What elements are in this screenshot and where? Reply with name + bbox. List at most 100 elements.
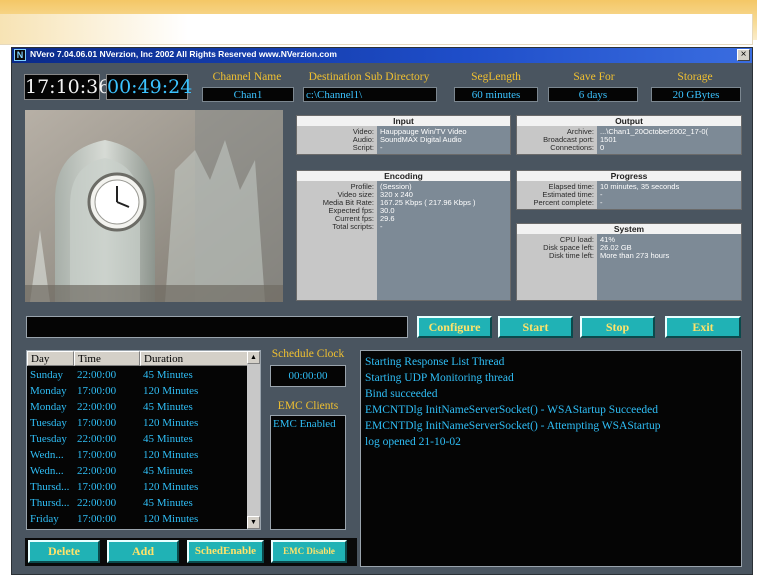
schedule-row[interactable]: Wedn... 17:00:00 120 Minutes xyxy=(27,447,247,463)
row-duration: 45 Minutes xyxy=(143,369,193,381)
log-line: EMCNTDlg InitNameServerSocket() - WSASta… xyxy=(365,404,658,416)
encoding-panel: Encoding Profile: Video size: Media Bit … xyxy=(296,170,511,301)
schedule-row[interactable]: Tuesday 22:00:00 45 Minutes xyxy=(27,431,247,447)
total-scripts-label: Total scripts: xyxy=(332,222,374,231)
storage-label: Storage xyxy=(677,71,713,83)
title-bar: N NVero 7.04.06.01 NVerzion, Inc 2002 Al… xyxy=(12,48,752,63)
schedule-scrollbar[interactable]: ▲ ▼ xyxy=(247,351,260,529)
stop-button[interactable]: Stop xyxy=(580,316,655,338)
destination-dir-label: Destination Sub Directory xyxy=(308,71,430,83)
row-day: Friday xyxy=(30,513,59,525)
row-day: Sunday xyxy=(30,369,63,381)
schedule-clock-value: 00:00:00 xyxy=(270,365,346,387)
row-time: 22:00:00 xyxy=(77,497,117,509)
system-panel-title: System xyxy=(517,224,741,234)
log-line: log opened 21-10-02 xyxy=(365,436,461,448)
schedule-row[interactable]: Tuesday 17:00:00 120 Minutes xyxy=(27,415,247,431)
row-day: Thursd... xyxy=(30,497,70,509)
row-time: 22:00:00 xyxy=(77,465,117,477)
storage-field[interactable]: 20 GBytes xyxy=(651,87,741,102)
emc-clients-label: EMC Clients xyxy=(277,400,339,412)
row-duration: 120 Minutes xyxy=(143,481,199,493)
scroll-up-icon[interactable]: ▲ xyxy=(247,351,260,364)
connections-label: Connections: xyxy=(550,143,594,152)
row-day: Monday xyxy=(30,385,67,397)
schedule-row[interactable]: Monday 22:00:00 45 Minutes xyxy=(27,399,247,415)
disk-time-label: Disk time left: xyxy=(548,251,594,260)
row-day: Wedn... xyxy=(30,465,64,477)
output-panel: Output Archive: Broadcast port: Connecti… xyxy=(516,115,742,155)
video-frame-image xyxy=(25,110,283,302)
schedule-list[interactable]: Day Time Duration Sunday 22:00:00 45 Min… xyxy=(26,350,261,530)
encoding-panel-title: Encoding xyxy=(297,171,510,181)
destination-dir-field[interactable]: c:\Channel1\ xyxy=(303,87,437,102)
log-line: Bind succeeded xyxy=(365,388,438,400)
status-input-bar[interactable] xyxy=(26,316,408,338)
row-duration: 120 Minutes xyxy=(143,385,199,397)
script-label: Script: xyxy=(352,143,374,152)
row-time: 22:00:00 xyxy=(77,433,117,445)
percent-complete-value: - xyxy=(600,198,603,207)
row-day: Thursd... xyxy=(30,481,70,493)
row-time: 17:00:00 xyxy=(77,385,117,397)
app-window: N NVero 7.04.06.01 NVerzion, Inc 2002 Al… xyxy=(11,47,753,575)
video-preview xyxy=(25,110,283,302)
configure-button[interactable]: Configure xyxy=(417,316,492,338)
schedule-clock-label: Schedule Clock xyxy=(271,348,345,360)
script-value: - xyxy=(380,143,383,152)
scroll-down-icon[interactable]: ▼ xyxy=(247,516,260,529)
schedule-row[interactable]: Monday 17:00:00 120 Minutes xyxy=(27,383,247,399)
disk-time-value: More than 273 hours xyxy=(600,251,670,260)
start-button[interactable]: Start xyxy=(498,316,573,338)
row-duration: 120 Minutes xyxy=(143,449,199,461)
row-time: 17:00:00 xyxy=(77,481,117,493)
column-header-day[interactable]: Day xyxy=(27,351,74,366)
input-panel-title: Input xyxy=(297,116,510,126)
input-panel: Input Video: Audio: Script: Hauppauge Wi… xyxy=(296,115,511,155)
schedule-row[interactable]: Friday 17:00:00 120 Minutes xyxy=(27,511,247,527)
page-background-strip xyxy=(0,14,753,45)
connections-value: 0 xyxy=(600,143,605,152)
audio-value: SoundMAX Digital Audio xyxy=(380,135,462,144)
row-duration: 45 Minutes xyxy=(143,465,193,477)
row-time: 17:00:00 xyxy=(77,513,117,525)
log-line: Starting Response List Thread xyxy=(365,356,505,368)
channel-name-field[interactable]: Chan1 xyxy=(202,87,294,102)
output-panel-title: Output xyxy=(517,116,741,126)
progress-panel-title: Progress xyxy=(517,171,741,181)
column-header-duration[interactable]: Duration xyxy=(140,351,248,366)
elapsed-time-value: 10 minutes, 35 seconds xyxy=(600,182,680,191)
log-panel[interactable]: Starting Response List Thread Starting U… xyxy=(360,350,742,567)
system-panel: System CPU load: Disk space left: Disk t… xyxy=(516,223,742,301)
emc-clients-list[interactable]: EMC Enabled xyxy=(270,415,346,530)
row-time: 22:00:00 xyxy=(77,401,117,413)
emc-client-item[interactable]: EMC Enabled xyxy=(273,418,336,430)
total-scripts-value: - xyxy=(380,222,383,231)
elapsed-time-clock: 00:49:24 xyxy=(106,74,193,100)
row-time: 17:00:00 xyxy=(77,417,117,429)
row-day: Tuesday xyxy=(30,417,67,429)
exit-button[interactable]: Exit xyxy=(665,316,741,338)
window-title: NVero 7.04.06.01 NVerzion, Inc 2002 All … xyxy=(30,49,337,59)
add-button[interactable]: Add xyxy=(107,540,179,563)
row-duration: 45 Minutes xyxy=(143,497,193,509)
sched-enable-button[interactable]: SchedEnable xyxy=(187,540,264,563)
delete-button[interactable]: Delete xyxy=(28,540,100,563)
column-header-time[interactable]: Time xyxy=(74,351,140,366)
close-icon[interactable]: × xyxy=(737,49,750,61)
schedule-row[interactable]: Thursd... 22:00:00 45 Minutes xyxy=(27,495,247,511)
schedule-row[interactable]: Thursd... 17:00:00 120 Minutes xyxy=(27,479,247,495)
row-duration: 45 Minutes xyxy=(143,401,193,413)
log-line: Starting UDP Monitoring thread xyxy=(365,372,514,384)
emc-disable-button[interactable]: EMC Disable xyxy=(271,540,347,563)
row-day: Monday xyxy=(30,401,67,413)
progress-panel: Progress Elapsed time: Estimated time: P… xyxy=(516,170,742,210)
row-duration: 45 Minutes xyxy=(143,433,193,445)
seglength-field[interactable]: 60 minutes xyxy=(454,87,538,102)
seglength-label: SegLength xyxy=(471,71,521,83)
app-icon: N xyxy=(14,49,26,61)
current-time-clock: 17:10:36 xyxy=(24,74,111,100)
schedule-row[interactable]: Wedn... 22:00:00 45 Minutes xyxy=(27,463,247,479)
schedule-row[interactable]: Sunday 22:00:00 45 Minutes xyxy=(27,367,247,383)
save-for-field[interactable]: 6 days xyxy=(548,87,638,102)
